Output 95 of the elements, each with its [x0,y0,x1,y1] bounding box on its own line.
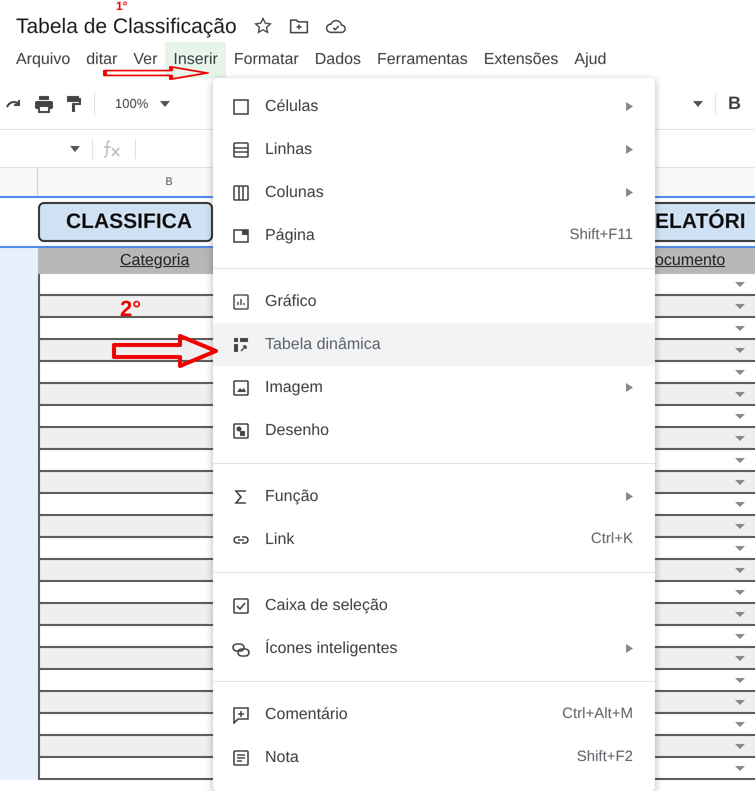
caret-icon[interactable] [160,100,170,106]
dropdown-caret-icon[interactable] [735,326,745,330]
dropdown-caret-icon[interactable] [735,678,745,682]
dropdown-caret-icon[interactable] [735,480,745,484]
dropdown-caret-icon[interactable] [735,766,745,770]
menu-item[interactable]: ditar [78,42,126,78]
menu-item[interactable]: Inserir [165,42,226,78]
menu-label: Caixa de seleção [265,596,389,616]
menu-item[interactable]: Dados [306,42,369,78]
menu-item[interactable]: Tabela dinâmica [213,323,655,366]
dropdown-caret-icon[interactable] [735,436,745,440]
menu-item[interactable]: Página Shift+F11 [213,214,655,257]
menu-item[interactable]: Células [213,85,655,128]
dropdown-caret-icon[interactable] [735,524,745,528]
square-icon [232,98,250,116]
annotation-label: 2° [120,298,142,320]
menu-item[interactable]: Desenho [213,409,655,452]
dropdown-caret-icon[interactable] [735,502,745,506]
star-icon[interactable] [252,16,273,36]
menu-label: Colunas [265,182,325,202]
cloud-icon[interactable] [324,17,347,35]
dropdown-caret-icon[interactable] [735,700,745,704]
document-title[interactable]: Tabela de Classificação [16,16,237,36]
dropdown-caret-icon[interactable] [735,348,745,352]
image-icon [232,378,250,396]
menu-label: Página [265,226,316,246]
arrow-icon [103,66,211,80]
dropdown-caret-icon[interactable] [735,414,745,418]
bold-button[interactable]: B [728,90,741,117]
menu-item[interactable]: Linhas [213,128,655,171]
menu-item[interactable]: Caixa de seleção [213,584,655,627]
columns-icon [232,184,250,202]
dropdown-caret-icon[interactable] [735,392,745,396]
title-cell: CLASSIFICA [38,202,213,242]
title-cell: ELATÓRI [655,202,755,242]
menu-label: Comentário [265,704,349,724]
dropdown-caret-icon[interactable] [735,458,745,462]
zoom-level[interactable]: 100% [115,94,148,114]
shortcut-label: Shift+F11 [569,225,633,246]
checkbox-icon [232,596,250,614]
menu-item[interactable]: Nota Shift+F2 [213,736,655,779]
menu-item[interactable]: Comentário Ctrl+Alt+M [213,693,655,736]
comment-icon [232,706,250,724]
note-icon [232,748,250,766]
dropdown-caret-icon[interactable] [735,304,745,308]
menu-item[interactable]: Colunas [213,171,655,214]
dropdown-caret-icon[interactable] [735,656,745,660]
folder-icon[interactable] [288,17,309,35]
shortcut-label: Ctrl+Alt+M [562,704,633,724]
menu-label: Gráfico [265,292,318,312]
menu-item[interactable]: Ver [125,42,166,78]
arrow-icon [112,334,220,368]
caret-icon[interactable] [693,100,703,106]
menu-item[interactable]: Link Ctrl+K [213,518,655,561]
dropdown-caret-icon[interactable] [735,546,745,550]
menu-item[interactable]: Função [213,475,655,518]
pivot-table-icon [232,336,250,354]
dropdown-caret-icon[interactable] [735,590,745,594]
caret-icon[interactable] [70,146,80,152]
rows-icon [232,140,250,158]
menu-label: Tabela dinâmica [265,334,382,354]
dropdown-caret-icon[interactable] [735,568,745,572]
dropdown-caret-icon[interactable] [735,612,745,616]
menu-item[interactable]: Ferramentas [369,42,476,78]
menu-label: Linhas [265,140,314,160]
header-cell: ocumento [655,248,755,274]
column-header[interactable]: B [165,174,173,190]
print-icon[interactable] [34,94,54,112]
menu-item[interactable]: Extensões [476,42,566,78]
menu-label: Células [265,96,320,116]
menu-label: Link [265,530,296,550]
annotation-label: 1° [116,0,128,12]
menu-label: Função [265,486,320,506]
menu-label: Nota [265,748,300,768]
menu-item[interactable]: Formatar [226,42,307,78]
page-icon [232,226,250,244]
chart-icon [232,292,250,310]
dropdown-caret-icon[interactable] [735,722,745,726]
menu-item[interactable]: Arquivo [8,42,78,78]
header-cell: Categoria [38,248,213,274]
menu-label: Imagem [265,378,324,398]
shortcut-label: Ctrl+K [590,529,633,550]
dropdown-caret-icon[interactable] [735,370,745,374]
menu-item[interactable]: Ícones inteligentes [213,627,655,670]
menu-label: Ícones inteligentes [265,638,399,658]
paint-format-icon[interactable] [66,94,82,112]
dropdown-caret-icon[interactable] [735,744,745,748]
dropdown-caret-icon[interactable] [735,634,745,638]
shortcut-label: Shift+F2 [576,747,633,768]
menu-item[interactable]: Ajud [566,42,614,78]
menu-item[interactable]: Imagem [213,366,655,409]
menu-item[interactable]: Gráfico [213,280,655,323]
drawing-icon [232,422,250,440]
dropdown-caret-icon[interactable] [735,282,745,286]
menu-label: Desenho [265,420,330,440]
